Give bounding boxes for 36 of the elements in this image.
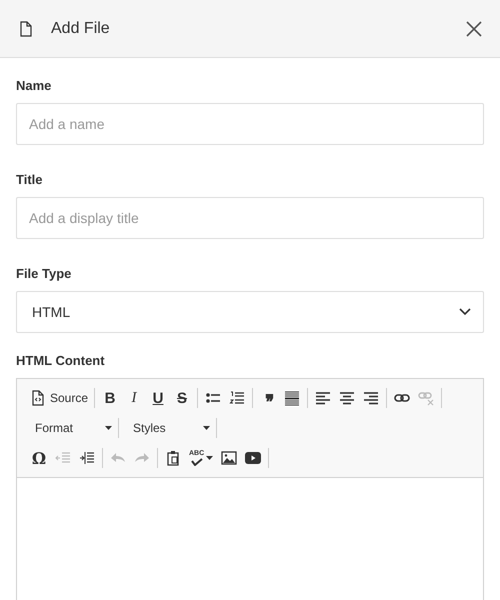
strikethrough-button[interactable]: S xyxy=(170,388,194,408)
align-right-icon xyxy=(363,390,380,406)
field-label: Name xyxy=(16,78,52,93)
bold-button[interactable]: B xyxy=(98,388,122,408)
caret-icon xyxy=(206,456,214,460)
blockquote-button[interactable]: ❜❜ xyxy=(256,388,280,408)
image-icon xyxy=(221,450,238,466)
clipboard-icon xyxy=(165,450,181,466)
special-character-button[interactable]: Ω xyxy=(27,448,51,468)
format-dropdown[interactable]: Styles xyxy=(125,418,213,438)
document-icon xyxy=(20,20,32,36)
numbered-list-icon xyxy=(229,390,246,406)
caret-icon xyxy=(203,426,210,430)
align-center-icon xyxy=(339,390,356,406)
field-label: Title xyxy=(16,172,44,187)
horizontal-rule-icon xyxy=(284,390,300,406)
caret-icon xyxy=(105,426,112,430)
input-field[interactable]: Add a display title xyxy=(16,197,484,239)
italic-button[interactable]: I xyxy=(122,388,146,408)
source-button[interactable]: Source xyxy=(27,388,92,408)
format-dropdown[interactable]: Format xyxy=(27,418,115,438)
bullet-list-icon xyxy=(205,390,222,406)
file-code-icon xyxy=(30,390,46,406)
video-icon xyxy=(245,450,262,466)
dialog-title: Add File xyxy=(51,20,111,38)
align-left-icon xyxy=(315,390,332,406)
close-icon[interactable] xyxy=(466,20,482,36)
select-field[interactable]: HTML xyxy=(16,291,484,333)
underline-button[interactable]: U xyxy=(146,388,170,408)
checkmark-icon xyxy=(190,458,203,466)
unlink-icon xyxy=(418,390,434,406)
chevron-down-icon xyxy=(459,308,471,316)
input-field[interactable]: Add a name xyxy=(16,103,484,145)
field-label: HTML Content xyxy=(16,353,106,368)
indent-icon xyxy=(79,450,95,466)
field-label: File Type xyxy=(16,266,72,281)
